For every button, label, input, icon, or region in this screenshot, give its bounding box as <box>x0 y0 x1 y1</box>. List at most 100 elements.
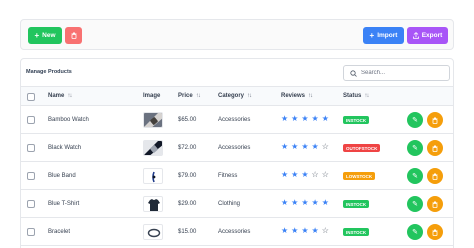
pencil-icon: ✎ <box>412 145 418 152</box>
trash-icon <box>432 229 438 236</box>
star-filled-icon: ★ <box>321 114 329 123</box>
column-price-label: Price <box>178 93 193 99</box>
export-button[interactable]: Export <box>407 27 448 44</box>
plus-icon: + <box>34 30 40 40</box>
delete-selected-button[interactable] <box>65 27 82 44</box>
row-checkbox[interactable] <box>27 228 35 236</box>
product-category: Clothing <box>218 201 241 207</box>
product-name: Black Watch <box>48 145 82 151</box>
column-name-label: Name <box>48 93 65 99</box>
table-title: Manage Products <box>26 69 72 75</box>
column-name-header[interactable]: Name ↑↓ <box>48 93 72 99</box>
new-button[interactable]: + New <box>28 27 62 44</box>
status-badge: LOWSTOCK <box>343 172 376 180</box>
table-row: Bracelet $15.00 Accessories ★ ★ ★ ★ ☆ INSTOC… <box>21 218 453 246</box>
column-image-label: Image <box>143 93 161 99</box>
pencil-icon: ✎ <box>412 173 418 180</box>
delete-button[interactable] <box>427 140 443 156</box>
products-table: Manage Products Name ↑↓ Image Price ↑↓ C… <box>20 58 454 248</box>
product-name: Blue Band <box>48 173 76 179</box>
trash-icon <box>432 201 438 208</box>
product-name: Bamboo Watch <box>48 117 89 123</box>
product-category: Fitness <box>218 173 238 179</box>
star-filled-icon: ★ <box>291 226 299 235</box>
column-reviews-label: Reviews <box>281 93 306 99</box>
import-button-label: Import <box>377 32 398 39</box>
row-checkbox[interactable] <box>27 172 35 180</box>
star-filled-icon: ★ <box>301 170 309 179</box>
star-filled-icon: ★ <box>301 142 309 151</box>
delete-button[interactable] <box>427 112 443 128</box>
star-filled-icon: ★ <box>301 226 309 235</box>
search-input[interactable] <box>361 70 441 76</box>
sort-icon: ↑↓ <box>364 93 369 99</box>
status-badge: INSTOCK <box>343 228 370 236</box>
delete-button[interactable] <box>427 224 443 240</box>
star-filled-icon: ★ <box>281 142 289 151</box>
import-button[interactable]: + Import <box>363 27 404 44</box>
delete-button[interactable] <box>427 196 443 212</box>
product-price: $72.00 <box>178 145 197 151</box>
star-filled-icon: ★ <box>281 198 289 207</box>
search-icon <box>350 69 357 77</box>
bamboo-watch-thumbnail-icon <box>143 112 163 128</box>
star-filled-icon: ★ <box>281 114 289 123</box>
sort-icon: ↑↓ <box>308 93 313 99</box>
table-header: Name ↑↓ Image Price ↑↓ Category ↑↓ Revie… <box>21 86 453 106</box>
select-all-checkbox[interactable] <box>27 93 35 101</box>
product-price: $29.00 <box>178 201 197 207</box>
product-price: $65.00 <box>178 117 197 123</box>
rating-stars: ★ ★ ★ ★ ★ <box>281 199 329 207</box>
star-filled-icon: ★ <box>281 170 289 179</box>
product-name: Blue T-Shirt <box>48 201 80 207</box>
column-category-header[interactable]: Category ↑↓ <box>218 93 252 99</box>
product-category: Accessories <box>218 117 251 123</box>
star-empty-icon: ☆ <box>321 170 329 179</box>
pencil-icon: ✎ <box>412 117 418 124</box>
column-category-label: Category <box>218 93 245 99</box>
star-empty-icon: ☆ <box>321 226 329 235</box>
status-badge: OUTOFSTOCK <box>343 144 381 152</box>
status-badge: INSTOCK <box>343 116 370 124</box>
row-checkbox[interactable] <box>27 144 35 152</box>
rating-stars: ★ ★ ★ ★ ★ <box>281 115 329 123</box>
table-row: Blue T-Shirt $29.00 Clothing ★ ★ ★ ★ ★ INSTO… <box>21 190 453 218</box>
edit-button[interactable]: ✎ <box>407 168 423 184</box>
toolbar: + New + Import Export <box>20 19 454 50</box>
trash-icon <box>432 145 438 152</box>
delete-button[interactable] <box>427 168 443 184</box>
column-price-header[interactable]: Price ↑↓ <box>178 93 201 99</box>
product-name: Bracelet <box>48 229 71 235</box>
plus-icon: + <box>369 30 375 40</box>
table-row: Bamboo Watch $65.00 Accessories ★ ★ ★ ★ ★ IN… <box>21 106 453 134</box>
row-checkbox[interactable] <box>27 200 35 208</box>
star-filled-icon: ★ <box>281 226 289 235</box>
bracelet-thumbnail-icon <box>143 224 163 240</box>
column-reviews-header[interactable]: Reviews ↑↓ <box>281 93 313 99</box>
star-filled-icon: ★ <box>301 198 309 207</box>
trash-icon <box>71 32 76 39</box>
edit-button[interactable]: ✎ <box>407 224 423 240</box>
black-watch-thumbnail-icon <box>143 140 163 156</box>
edit-button[interactable]: ✎ <box>407 196 423 212</box>
product-category: Accessories <box>218 229 251 235</box>
rating-stars: ★ ★ ★ ★ ☆ <box>281 227 329 235</box>
star-filled-icon: ★ <box>291 170 299 179</box>
edit-button[interactable]: ✎ <box>407 112 423 128</box>
table-row: Blue Band $79.00 Fitness ★ ★ ★ ☆ ☆ LOWSTOCK … <box>21 162 453 190</box>
search-box[interactable] <box>343 65 450 81</box>
star-empty-icon: ☆ <box>321 142 329 151</box>
column-status-header[interactable]: Status ↑↓ <box>343 93 369 99</box>
edit-button[interactable]: ✎ <box>407 140 423 156</box>
blue-band-thumbnail-icon <box>143 168 163 184</box>
star-empty-icon: ☆ <box>311 170 319 179</box>
star-filled-icon: ★ <box>321 198 329 207</box>
row-checkbox[interactable] <box>27 116 35 124</box>
upload-icon <box>412 32 419 39</box>
star-filled-icon: ★ <box>291 198 299 207</box>
trash-icon <box>432 117 438 124</box>
product-manager-page: + New + Import Export Manage Products Na… <box>0 0 474 248</box>
table-row: Black Watch $72.00 Accessories ★ ★ ★ ★ ☆ OUT… <box>21 134 453 162</box>
sort-icon: ↑↓ <box>247 93 252 99</box>
product-price: $15.00 <box>178 229 197 235</box>
